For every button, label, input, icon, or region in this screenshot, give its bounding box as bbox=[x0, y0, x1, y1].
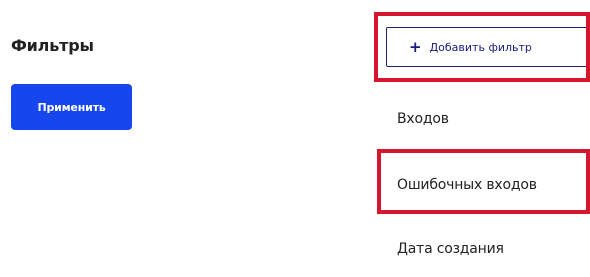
add-filter-label: Добавить фильтр bbox=[429, 40, 532, 54]
add-filter-button[interactable]: + Добавить фильтр bbox=[386, 27, 590, 67]
filter-option-creation-date[interactable]: Дата создания bbox=[397, 241, 504, 257]
filters-title: Фильтры bbox=[11, 36, 94, 55]
plus-icon: + bbox=[409, 37, 422, 56]
apply-button[interactable]: Применить bbox=[11, 84, 132, 130]
filter-option-logins[interactable]: Входов bbox=[397, 111, 449, 127]
filter-option-failed-logins[interactable]: Ошибочных входов bbox=[397, 177, 537, 193]
